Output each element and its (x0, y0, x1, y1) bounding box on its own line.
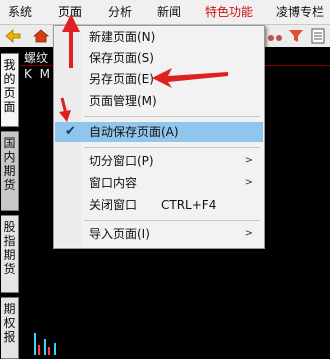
volume-bar (34, 333, 36, 355)
tab-my-pages[interactable]: 我 的 页 面 (1, 53, 19, 127)
submenu-arrow-icon: > (244, 155, 253, 166)
filter-icon[interactable] (287, 27, 305, 45)
tab-index-futures[interactable]: 股 指 期 货 (1, 215, 19, 293)
tab-char: 内 (3, 150, 16, 164)
menu-item-label: 自动保存页面(A) (89, 125, 179, 139)
menu-item-label: 导入页面(I) (89, 227, 150, 241)
tab-char: 期 (3, 302, 16, 316)
home-icon[interactable] (32, 27, 50, 45)
menu-page[interactable]: 页面 (58, 0, 82, 24)
menu-item-auto-save-page[interactable]: ✔ 自动保存页面(A) (55, 122, 263, 142)
volume-bar (38, 345, 40, 355)
menu-special-features[interactable]: 特色功能 (205, 0, 253, 24)
menu-item-page-manager[interactable]: 页面管理(M) (55, 91, 263, 111)
back-arrow-icon[interactable] (4, 27, 22, 45)
tab-char: 报 (3, 330, 16, 344)
tab-char: 股 (3, 220, 16, 234)
tab-domestic-futures[interactable]: 国 内 期 货 (1, 131, 19, 211)
menu-item-label: 保存页面(S) (89, 51, 154, 65)
menu-analysis[interactable]: 分析 (108, 0, 132, 24)
menu-item-save-page[interactable]: 保存页面(S) (55, 48, 263, 68)
menu-item-label: 关闭窗口 (89, 198, 138, 212)
tab-char: 指 (3, 234, 16, 248)
menu-separator (84, 116, 260, 117)
tab-char: 页 (3, 86, 16, 100)
volume-bar (48, 347, 50, 355)
menu-separator (84, 147, 260, 148)
tab-char: 货 (3, 178, 16, 192)
menu-lingbo-column[interactable]: 凌博专栏 (276, 0, 324, 24)
menu-item-shortcut: CTRL+F4 (161, 198, 217, 212)
chart-subtitle: K M (24, 67, 53, 81)
menu-item-close-window[interactable]: 关闭窗口 CTRL+F4 (55, 195, 263, 215)
reading-icon[interactable] (266, 27, 284, 45)
submenu-arrow-icon: > (244, 228, 253, 239)
submenu-arrow-icon: > (244, 177, 253, 188)
document-icon[interactable] (309, 27, 327, 45)
checkmark-icon: ✔ (65, 124, 76, 139)
menu-item-window-content[interactable]: 窗口内容 > (55, 173, 263, 193)
menu-bar: 系统 页面 分析 新闻 特色功能 凌博专栏 (0, 0, 330, 25)
menu-item-import-page[interactable]: 导入页面(I) > (55, 224, 263, 244)
tab-options[interactable]: 期 权 报 (1, 297, 19, 359)
chart-title: 螺纹 (24, 51, 49, 65)
menu-separator (84, 220, 260, 221)
page-dropdown-menu: 新建页面(N) 保存页面(S) 另存页面(E) 页面管理(M) ✔ 自动保存页面… (53, 25, 265, 249)
menu-item-label: 切分窗口(P) (89, 154, 154, 168)
menu-item-split-window[interactable]: 切分窗口(P) > (55, 151, 263, 171)
tab-char: 我 (3, 58, 16, 72)
tab-char: 权 (3, 316, 16, 330)
left-tab-strip: 我 的 页 面 国 内 期 货 股 指 期 货 期 权 报 (0, 47, 20, 359)
tab-char: 货 (3, 262, 16, 276)
tab-char: 期 (3, 248, 16, 262)
tab-char: 面 (3, 100, 16, 114)
menu-item-save-as-page[interactable]: 另存页面(E) (55, 69, 263, 89)
menu-system[interactable]: 系统 (8, 0, 32, 24)
menu-item-label: 新建页面(N) (89, 30, 156, 44)
menu-item-label: 另存页面(E) (89, 72, 154, 86)
tab-char: 期 (3, 164, 16, 178)
menu-item-new-page[interactable]: 新建页面(N) (55, 27, 263, 47)
tab-char: 国 (3, 136, 16, 150)
menu-item-label: 窗口内容 (89, 176, 138, 190)
tab-char: 的 (3, 72, 16, 86)
menu-news[interactable]: 新闻 (157, 0, 181, 24)
menu-item-label: 页面管理(M) (89, 94, 157, 108)
volume-bar (44, 339, 46, 355)
volume-bar (54, 343, 56, 355)
